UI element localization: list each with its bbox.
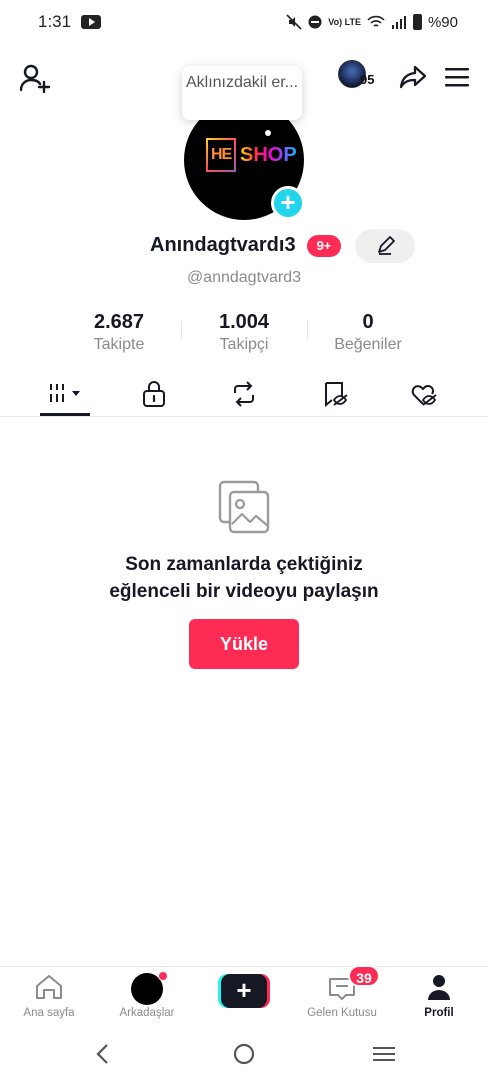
username-handle: @anndagtvard3 [186,269,302,286]
followers-count: 1.004 [218,311,270,333]
following-count: 2.687 [93,311,145,333]
nav-profile-label: Profil [424,1007,454,1019]
youtube-icon [81,15,102,29]
home-nav-button[interactable] [232,1042,256,1071]
friends-notification-dot [158,971,168,981]
bookmark-icon [325,382,348,408]
grid-icon [50,384,80,402]
name-row: Anındagtvardı3 9+ [0,229,488,263]
network-label: Vo) LTE [328,16,361,27]
display-name: Anındagtvardı3 [150,234,296,256]
plus-icon: + [221,974,267,1008]
tab-liked[interactable] [394,372,454,416]
back-icon [96,1044,108,1064]
followers-stat[interactable]: 1.004 Takipçi [189,311,299,354]
home-icon [36,975,62,999]
tab-reposts[interactable] [214,372,274,416]
add-photo-button[interactable]: + [271,186,305,220]
signal-icon [391,16,406,29]
status-bar: 1:31 Vo) LTE %90 [0,0,488,44]
shop-logo: HE SHOP [206,138,297,172]
menu-icon[interactable] [444,66,470,88]
tab-private[interactable] [124,372,184,416]
stats-row: 2.687 Takipte 1.004 Takipçi 0 Beğeniler [0,311,488,355]
back-nav-button[interactable] [92,1042,114,1071]
notification-badge[interactable]: 9+ [307,235,341,257]
lock-icon [143,381,165,407]
active-tab-indicator [40,413,90,416]
thoughts-bubble[interactable]: Aklınızdakil er... [182,66,302,120]
following-label: Takipte [93,336,145,353]
empty-state-message: Son zamanlarda çektiğiniz eğlenceli bir … [0,551,488,605]
dnd-icon [308,15,322,29]
tab-favorites[interactable] [305,372,365,416]
creator-avatar[interactable]: 95 [338,60,382,94]
nav-inbox-label: Gelen Kutusu [307,1007,377,1019]
photos-icon [218,480,270,534]
battery-level: %90 [427,13,458,31]
divider [181,321,182,339]
system-nav-bar [0,1028,488,1080]
home-circle-icon [233,1043,255,1065]
thoughts-text: Aklınızdakil er... [185,74,299,91]
profile-icon [428,975,450,1000]
tab-videos[interactable] [35,372,95,416]
inbox-badge: 39 [348,965,380,987]
tooltip-dot [265,130,271,136]
divider [307,321,308,339]
logo-letters: HE [211,146,232,163]
share-icon[interactable] [398,62,428,92]
mute-icon [286,14,302,30]
upload-button[interactable]: Yükle [189,619,299,669]
nav-inbox[interactable]: 39 Gelen Kutusu [297,965,387,1025]
battery-icon [412,14,422,30]
edit-profile-button[interactable] [355,229,415,263]
recents-nav-button[interactable] [372,1042,396,1071]
nav-friends-label: Arkadaşlar [119,1007,175,1019]
likes-count: 0 [362,311,374,333]
wifi-icon [367,15,385,27]
empty-line-2: eğlenceli bir videoyu paylaşın [109,581,379,602]
recents-icon [373,1047,395,1061]
nav-home-label: Ana sayfa [23,1007,75,1019]
avatar-count: 95 [360,72,375,87]
pencil-icon [378,236,395,255]
likes-label: Beğeniler [334,336,402,353]
heart-hidden-icon [411,385,437,406]
empty-line-1: Son zamanlarda çektiğiniz [125,554,363,575]
logo-text: SHOP [240,143,297,166]
repost-icon [234,381,254,407]
create-button[interactable]: + [218,974,270,1008]
following-stat[interactable]: 2.687 Takipte [64,311,174,354]
shopping-bag-icon: HE [206,138,236,172]
likes-stat[interactable]: 0 Beğeniler [313,311,423,354]
nav-home[interactable]: Ana sayfa [4,967,94,1025]
content-tabs [0,372,488,417]
nav-profile[interactable]: Profil [394,967,484,1025]
followers-label: Takipçi [219,336,269,353]
add-user-icon[interactable] [18,62,52,96]
status-time: 1:31 [38,12,72,31]
nav-friends[interactable]: Arkadaşlar [102,967,192,1025]
